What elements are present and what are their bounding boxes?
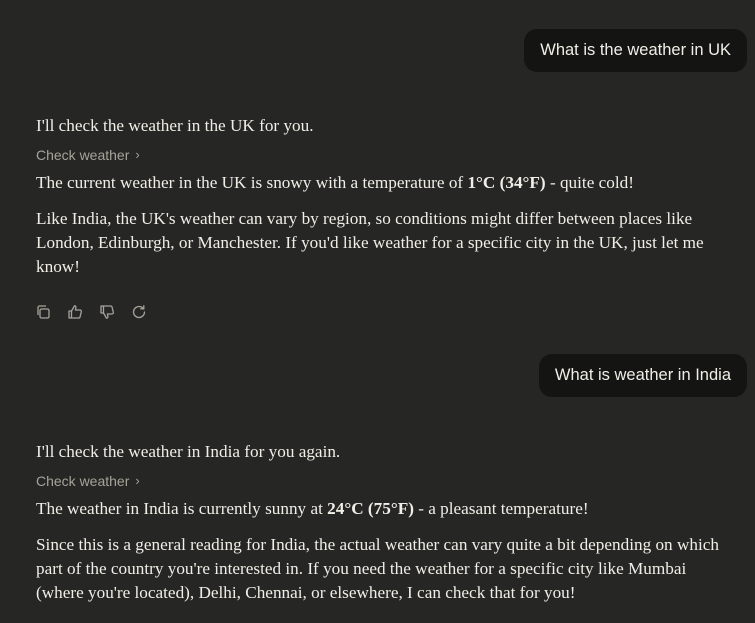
- tool-label: Check weather: [36, 473, 130, 489]
- message-actions: [34, 303, 148, 321]
- result-temperature: 24°C (75°F): [327, 499, 414, 518]
- retry-button[interactable]: [130, 303, 148, 321]
- thumbs-up-icon: [68, 305, 82, 319]
- assistant-message: I'll check the weather in India for you …: [36, 440, 726, 605]
- chevron-right-icon: ›: [135, 147, 140, 162]
- tool-label: Check weather: [36, 147, 130, 163]
- copy-button[interactable]: [34, 303, 52, 321]
- chevron-right-icon: ›: [135, 473, 140, 488]
- user-message-bubble: What is the weather in UK: [524, 29, 747, 72]
- assistant-message: I'll check the weather in the UK for you…: [36, 114, 726, 279]
- result-temperature: 1°C (34°F): [467, 173, 546, 192]
- check-weather-tool-toggle[interactable]: Check weather ›: [36, 145, 140, 165]
- assistant-result: The weather in India is currently sunny …: [36, 497, 726, 521]
- user-message-bubble: What is weather in India: [538, 354, 747, 397]
- check-weather-tool-toggle[interactable]: Check weather ›: [36, 471, 140, 491]
- result-text-end: - quite cold!: [545, 173, 634, 192]
- assistant-result: The current weather in the UK is snowy w…: [36, 171, 726, 195]
- thumbs-up-button[interactable]: [66, 303, 84, 321]
- assistant-intro: I'll check the weather in India for you …: [36, 442, 341, 461]
- copy-icon: [37, 305, 50, 319]
- assistant-intro: I'll check the weather in the UK for you…: [36, 116, 314, 135]
- user-message-text: What is weather in India: [554, 366, 731, 384]
- thumbs-down-button[interactable]: [98, 303, 116, 321]
- result-text-end: - a pleasant temperature!: [413, 499, 589, 518]
- user-message-text: What is the weather in UK: [540, 41, 731, 59]
- thumbs-down-icon: [100, 305, 114, 319]
- retry-icon: [132, 305, 146, 319]
- assistant-detail: Like India, the UK's weather can vary by…: [36, 209, 704, 276]
- assistant-detail: Since this is a general reading for Indi…: [36, 535, 719, 602]
- result-text: The current weather in the UK is snowy w…: [36, 173, 468, 192]
- result-text: The weather in India is currently sunny …: [36, 499, 328, 518]
